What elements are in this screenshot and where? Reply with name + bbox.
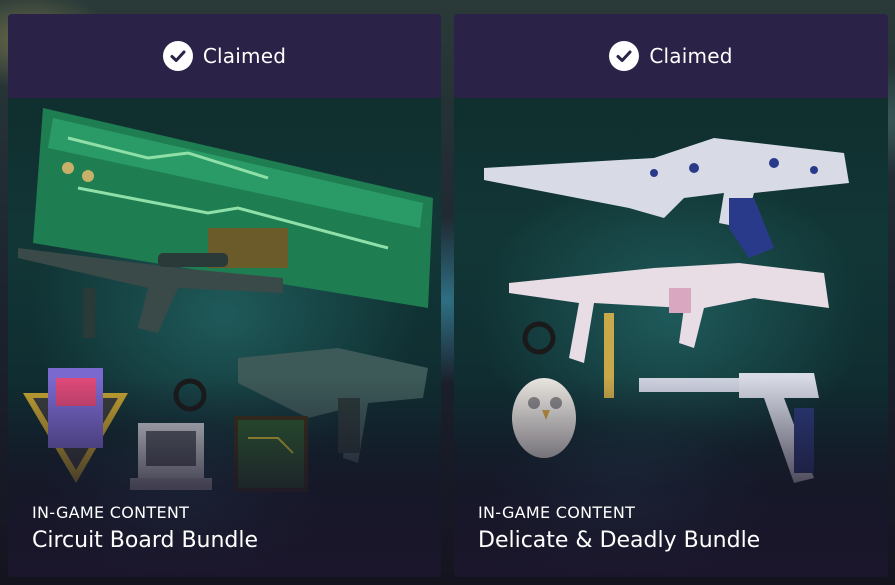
bundle-card-circuit-board[interactable]: Claimed IN-GAME CONTENT Circuit Board Bu… [8,14,441,577]
bundle-card-delicate-deadly[interactable]: Claimed IN-GAME CONTENT Delicate & Deadl… [454,14,888,577]
card-title: Circuit Board Bundle [32,528,259,553]
claimed-status: Claimed [649,44,733,68]
check-circle-icon [162,41,193,71]
card-category: IN-GAME CONTENT [32,503,190,522]
card-meta: IN-GAME CONTENT Delicate & Deadly Bundle [478,503,760,553]
claimed-status: Claimed [202,44,287,68]
card-header: Claimed [8,14,441,98]
card-header: Claimed [454,14,888,98]
card-category: IN-GAME CONTENT [478,503,636,522]
check-circle-icon [609,41,640,71]
floral-rifle-image [484,138,849,258]
card-title: Delicate & Deadly Bundle [478,528,761,553]
card-meta: IN-GAME CONTENT Circuit Board Bundle [32,503,258,553]
